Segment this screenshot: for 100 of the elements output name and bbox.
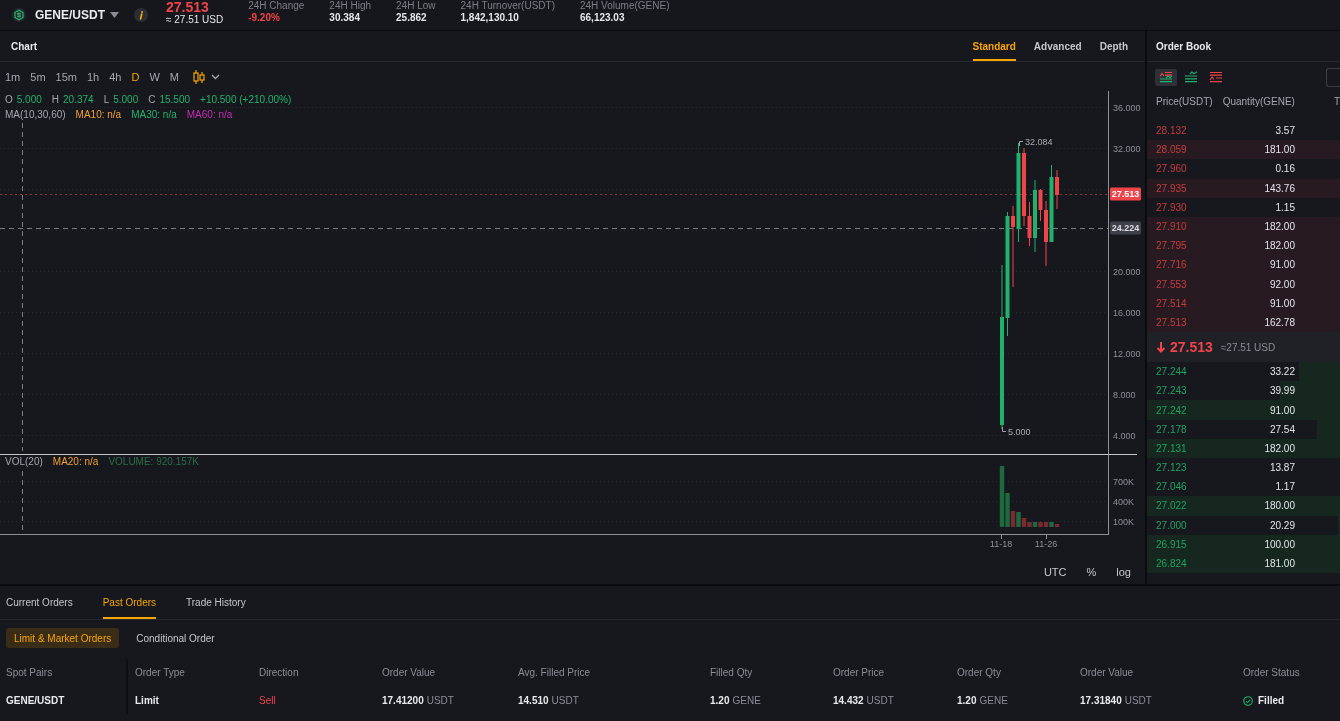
order-book-row[interactable]: 27.795 182.00 bbox=[1147, 236, 1340, 256]
mid-price: 27.513 bbox=[1170, 339, 1213, 356]
filter-tab[interactable]: Limit & Market Orders bbox=[6, 628, 120, 648]
stat-label: 24H Turnover(USDT) bbox=[460, 0, 555, 11]
amount-value: 1.20 bbox=[957, 695, 977, 706]
stat-label: 24H Low bbox=[396, 0, 436, 11]
column-header: Order Price bbox=[832, 666, 886, 680]
order-book-row[interactable]: 26.824 181.00 bbox=[1147, 553, 1340, 574]
order-book-row[interactable]: 26.915 100.00 bbox=[1147, 534, 1340, 554]
chart-view-tab[interactable]: Standard bbox=[972, 31, 1016, 61]
order-quantity: 13.87 bbox=[1268, 462, 1295, 474]
order-price: 26.915 bbox=[1156, 538, 1188, 550]
orders-tab[interactable]: Current Orders bbox=[6, 586, 73, 619]
order-quantity: 180.00 bbox=[1263, 500, 1295, 512]
order-book-row[interactable]: 27.910 182.00 bbox=[1147, 216, 1340, 237]
order-quantity: 33.22 bbox=[1268, 366, 1295, 378]
order-book-row[interactable]: 27.935 143.76 bbox=[1147, 178, 1340, 198]
order-book-row[interactable]: 27.514 91.00 bbox=[1147, 293, 1340, 313]
order-book-row[interactable]: 28.059 181.00 bbox=[1147, 140, 1340, 160]
column-header: Price(USDT) bbox=[1156, 95, 1214, 107]
scale-option[interactable]: log bbox=[1116, 565, 1131, 578]
order-price: 27.935 bbox=[1156, 182, 1188, 194]
order-quantity: 143.76 bbox=[1263, 182, 1295, 194]
order-quantity: 1.17 bbox=[1274, 481, 1295, 493]
order-quantity: 92.00 bbox=[1268, 278, 1295, 290]
order-book-row[interactable]: 27.553 92.00 bbox=[1147, 274, 1340, 294]
lines-chart-icon bbox=[1184, 71, 1198, 83]
axis-label: 11-18 bbox=[989, 538, 1013, 549]
legend-value: 5.000 bbox=[16, 94, 42, 106]
order-book-row[interactable]: 27.022 180.00 bbox=[1147, 496, 1340, 516]
info-icon[interactable] bbox=[134, 8, 148, 22]
panel-title: Chart bbox=[11, 40, 38, 52]
legend-value: 20.374 bbox=[63, 94, 94, 106]
interval-button[interactable]: 15m bbox=[55, 70, 77, 83]
column-header: Order Qty bbox=[956, 666, 1002, 680]
orders-tab[interactable]: Past Orders bbox=[102, 586, 157, 619]
interval-button[interactable]: 4h bbox=[109, 70, 122, 83]
chart-view-tab[interactable]: Depth bbox=[1099, 31, 1128, 61]
order-price: 27.514 bbox=[1156, 297, 1188, 309]
column-header: Order Value bbox=[381, 666, 437, 680]
order-quantity: 182.00 bbox=[1263, 442, 1295, 454]
dropdown-field[interactable] bbox=[1326, 67, 1340, 87]
column-header: Direction bbox=[258, 666, 300, 680]
stat-value: 30.384 bbox=[329, 12, 361, 24]
interval-button[interactable]: M bbox=[169, 70, 179, 83]
interval-button[interactable]: W bbox=[149, 70, 160, 83]
order-price: 27.243 bbox=[1156, 385, 1188, 397]
pair-selector[interactable]: GENE/USDT bbox=[35, 5, 119, 25]
interval-button[interactable]: 1m bbox=[5, 70, 21, 83]
interval-button[interactable]: D bbox=[131, 70, 140, 83]
interval-button[interactable]: 5m bbox=[30, 70, 46, 83]
amount-value: 17.31840 bbox=[1080, 695, 1122, 706]
scale-option[interactable]: UTC bbox=[1043, 565, 1067, 578]
order-price: 27.244 bbox=[1156, 366, 1188, 378]
order-book-row[interactable]: 27.716 91.00 bbox=[1147, 255, 1340, 275]
order-price: 28.059 bbox=[1156, 144, 1188, 156]
order-price: 27.046 bbox=[1156, 481, 1188, 493]
order-price: 27.910 bbox=[1156, 221, 1188, 233]
order-price: 28.132 bbox=[1156, 125, 1188, 137]
scale-option[interactable]: % bbox=[1086, 565, 1097, 578]
axis-label: 16.000 bbox=[1113, 307, 1141, 318]
order-book-row[interactable]: 27.513 162.78 bbox=[1147, 312, 1340, 333]
filter-tab[interactable]: Conditional Order bbox=[128, 628, 223, 648]
order-quantity: 27.54 bbox=[1268, 423, 1295, 435]
axis-label: 12.000 bbox=[1113, 348, 1141, 359]
legend-label: L bbox=[103, 94, 110, 106]
orders-tab[interactable]: Trade History bbox=[186, 586, 246, 619]
amount-value: 14.510 bbox=[518, 695, 549, 706]
order-quantity: 91.00 bbox=[1268, 259, 1295, 271]
view-toggle-button[interactable] bbox=[1155, 68, 1177, 86]
axis-label: 100K bbox=[1113, 516, 1135, 527]
column-header: Quantity(GENE) bbox=[1221, 95, 1295, 107]
order-price: 27.178 bbox=[1156, 423, 1188, 435]
indicator-label: VOL(20) bbox=[5, 456, 43, 468]
stat-label: 24H Change bbox=[248, 0, 305, 11]
stat-value: -9.20% bbox=[248, 12, 281, 24]
chart-view-tab[interactable]: Advanced bbox=[1033, 31, 1082, 61]
order-book-row[interactable]: 27.131 182.00 bbox=[1147, 438, 1340, 458]
order-quantity: 181.00 bbox=[1263, 558, 1295, 570]
column-header: Order Status bbox=[1242, 666, 1301, 680]
leader-line bbox=[1019, 141, 1024, 147]
order-book-row[interactable]: 27.242 91.00 bbox=[1147, 400, 1340, 420]
order-quantity: 100.00 bbox=[1263, 538, 1295, 550]
amount-unit: USDT bbox=[551, 695, 579, 706]
indicator-value: MA60: n/a bbox=[186, 109, 233, 121]
price-marker-label: 32.084 bbox=[1025, 136, 1053, 147]
stat-label: 24H High bbox=[329, 0, 372, 11]
chart-type-button[interactable] bbox=[193, 68, 220, 85]
legend-value: 15.500 bbox=[159, 94, 191, 106]
stat-value: 25.862 bbox=[396, 12, 428, 24]
axis-label: 400K bbox=[1113, 496, 1135, 507]
stat-value: 1,842,130.10 bbox=[460, 12, 520, 24]
indicator-value: MA20: n/a bbox=[52, 456, 99, 468]
legend-label: O bbox=[5, 94, 13, 106]
order-price: 27.123 bbox=[1156, 462, 1188, 474]
interval-button[interactable]: 1h bbox=[86, 70, 100, 83]
panel-title: Order Book bbox=[1156, 40, 1211, 52]
order-quantity: 3.57 bbox=[1274, 125, 1295, 137]
last-price: 27.513 bbox=[166, 0, 210, 14]
lines-chart-icon bbox=[1159, 71, 1173, 83]
